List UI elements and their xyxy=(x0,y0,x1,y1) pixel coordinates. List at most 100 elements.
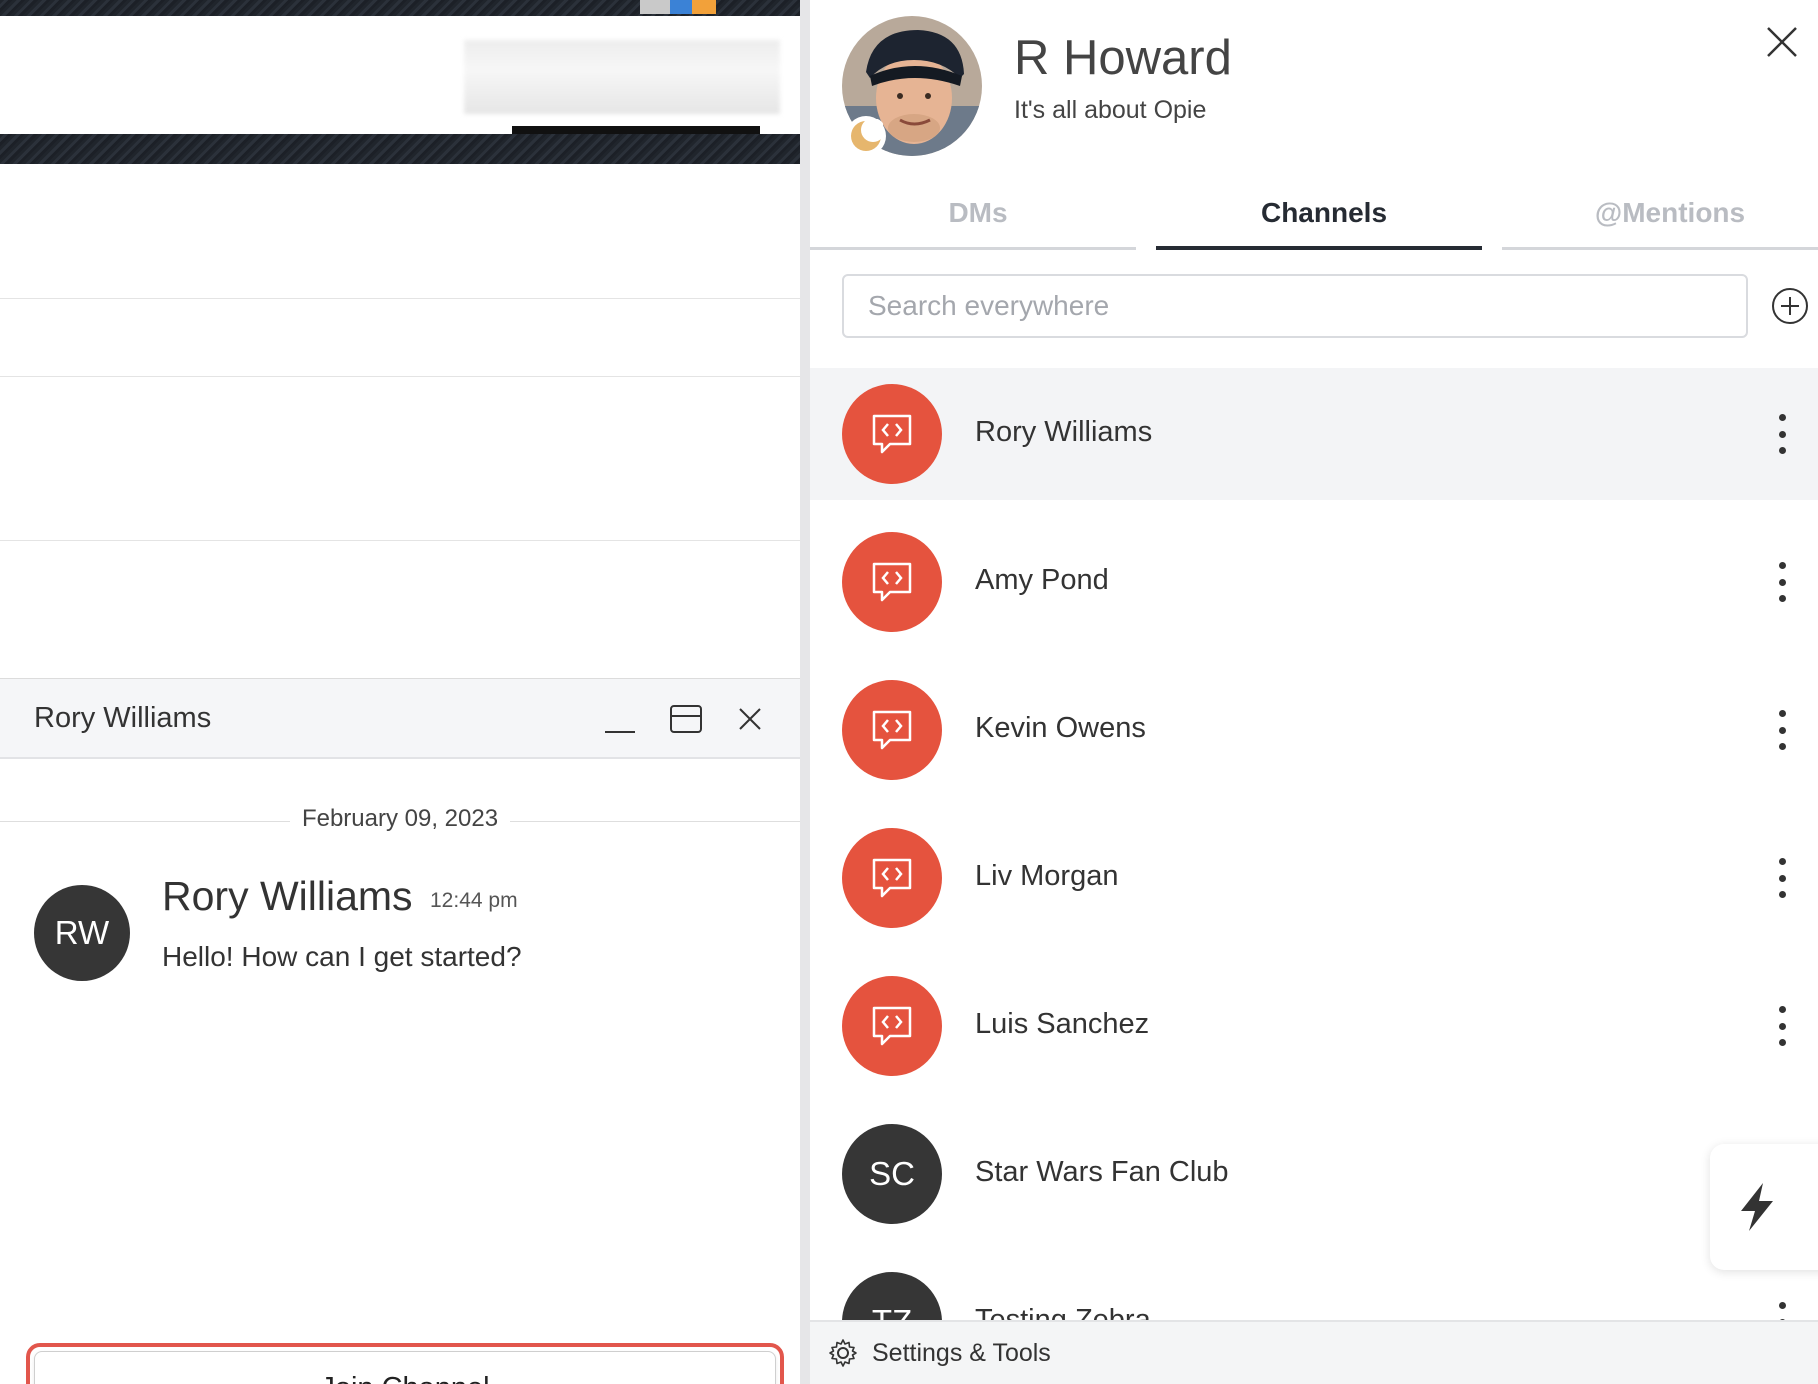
dot xyxy=(1778,1022,1786,1030)
channel-row[interactable]: Kevin Owens xyxy=(810,664,1818,796)
tab-label: Channels xyxy=(1260,197,1388,228)
more-options-button[interactable] xyxy=(1770,998,1794,1054)
channel-name: Testing Zebra xyxy=(975,1304,1151,1320)
channel-name: Luis Sanchez xyxy=(975,1008,1150,1040)
channel-row[interactable]: Luis Sanchez xyxy=(810,960,1818,1092)
channel-avatar xyxy=(842,976,942,1076)
tab-bar: DMs Channels @Mentions xyxy=(810,176,1818,250)
dot xyxy=(1778,858,1786,865)
maximize-button[interactable] xyxy=(668,701,704,737)
channel-name: Amy Pond xyxy=(975,564,1109,596)
dot xyxy=(1778,578,1786,586)
more-options-button[interactable] xyxy=(1770,702,1794,758)
blurred-bar xyxy=(512,126,760,134)
dot xyxy=(1778,595,1786,602)
tab-label: DMs xyxy=(948,197,1008,228)
join-channel-highlight: Join Channel xyxy=(26,1343,784,1384)
close-chat-button[interactable] xyxy=(732,701,768,737)
plus-circle-icon xyxy=(1772,288,1808,324)
dot xyxy=(1778,1006,1786,1013)
tab-label: @Mentions xyxy=(1594,197,1746,228)
avatar[interactable]: RW xyxy=(34,885,130,981)
dot xyxy=(1778,414,1786,421)
channel-name: Kevin Owens xyxy=(975,712,1146,744)
tab-underline xyxy=(810,247,1136,250)
channel-row[interactable]: TZ Testing Zebra xyxy=(810,1256,1818,1320)
channel-avatar xyxy=(842,680,942,780)
channel-avatar xyxy=(842,532,942,632)
tab-underline xyxy=(1502,247,1818,250)
more-options-button[interactable] xyxy=(1770,850,1794,906)
channel-row[interactable]: Liv Morgan xyxy=(810,812,1818,944)
channel-row[interactable]: SC Star Wars Fan Club xyxy=(810,1108,1818,1240)
dot xyxy=(1778,1302,1786,1309)
settings-tools-label: Settings & Tools xyxy=(872,1338,1051,1367)
more-options-button[interactable] xyxy=(1770,554,1794,610)
channel-avatar xyxy=(842,384,942,484)
channel-chat-icon xyxy=(872,414,912,454)
banner-accent xyxy=(640,0,760,14)
gear-icon xyxy=(829,1339,857,1367)
close-panel-button[interactable] xyxy=(1762,22,1802,62)
channel-avatar xyxy=(842,828,942,928)
quick-actions-button[interactable] xyxy=(1710,1144,1818,1270)
add-channel-button[interactable] xyxy=(1770,286,1810,326)
join-channel-button[interactable]: Join Channel xyxy=(34,1351,776,1384)
channel-chat-icon xyxy=(872,562,912,602)
dot xyxy=(1778,743,1786,750)
channel-list: Rory Williams Amy Pond Kevin Owens Liv M… xyxy=(810,368,1818,1320)
channel-name: Rory Williams xyxy=(975,416,1153,448)
moon-icon xyxy=(851,119,883,151)
message-text: Hello! How can I get started? xyxy=(162,941,522,972)
search-input[interactable] xyxy=(842,274,1748,338)
chat-body: February 09, 2023 RW Rory Williams 12:44… xyxy=(0,759,800,1384)
minimize-icon xyxy=(605,731,635,733)
close-icon xyxy=(739,708,761,730)
dot xyxy=(1778,447,1786,454)
message-author[interactable]: Rory Williams xyxy=(162,873,413,920)
date-separator: February 09, 2023 xyxy=(0,803,800,839)
banner-strip xyxy=(0,134,800,164)
more-options-button[interactable] xyxy=(1770,406,1794,462)
chat-window-title: Rory Williams xyxy=(34,701,212,734)
divider xyxy=(0,298,800,299)
dot xyxy=(1778,430,1786,438)
background-page: Rory Williams February 09, 2023 RW Rory … xyxy=(0,0,800,1384)
channel-name: Liv Morgan xyxy=(975,860,1119,892)
message-timestamp: 12:44 pm xyxy=(430,889,518,912)
channel-avatar: SC xyxy=(842,1124,942,1224)
window-icon xyxy=(670,705,702,733)
lightning-bolt-icon xyxy=(1741,1183,1773,1231)
divider xyxy=(0,540,800,541)
profile-name: R Howard xyxy=(1014,31,1232,85)
channel-chat-icon xyxy=(872,710,912,750)
channel-avatar: TZ xyxy=(842,1272,942,1320)
channel-name: Star Wars Fan Club xyxy=(975,1156,1229,1188)
chat-window-header: Rory Williams xyxy=(0,679,800,759)
settings-tools-bar[interactable]: Settings & Tools xyxy=(810,1320,1818,1384)
blurred-content xyxy=(464,40,780,114)
tab-channels[interactable]: Channels xyxy=(1156,176,1492,250)
tab-mentions[interactable]: @Mentions xyxy=(1502,176,1818,250)
close-icon xyxy=(1767,27,1797,57)
channel-row[interactable]: Amy Pond xyxy=(810,516,1818,648)
away-status-icon xyxy=(846,116,886,156)
panel-separator xyxy=(800,0,810,1384)
date-label: February 09, 2023 xyxy=(289,805,511,832)
divider xyxy=(0,376,800,377)
chat-window: Rory Williams February 09, 2023 RW Rory … xyxy=(0,678,800,1384)
channel-chat-icon xyxy=(872,1006,912,1046)
dot xyxy=(1778,1039,1786,1046)
dot xyxy=(1778,726,1786,734)
profile-tagline: It's all about Opie xyxy=(1014,96,1207,124)
dot xyxy=(1778,710,1786,717)
channel-row[interactable]: Rory Williams xyxy=(810,368,1818,500)
messaging-panel: R Howard It's all about Opie DMs Channel… xyxy=(810,0,1818,1384)
tab-dms[interactable]: DMs xyxy=(810,176,1146,250)
more-options-button[interactable] xyxy=(1770,1294,1794,1320)
dot xyxy=(1778,891,1786,898)
channel-chat-icon xyxy=(872,858,912,898)
dot xyxy=(1778,562,1786,569)
dot xyxy=(1778,874,1786,882)
minimize-button[interactable] xyxy=(602,701,638,737)
